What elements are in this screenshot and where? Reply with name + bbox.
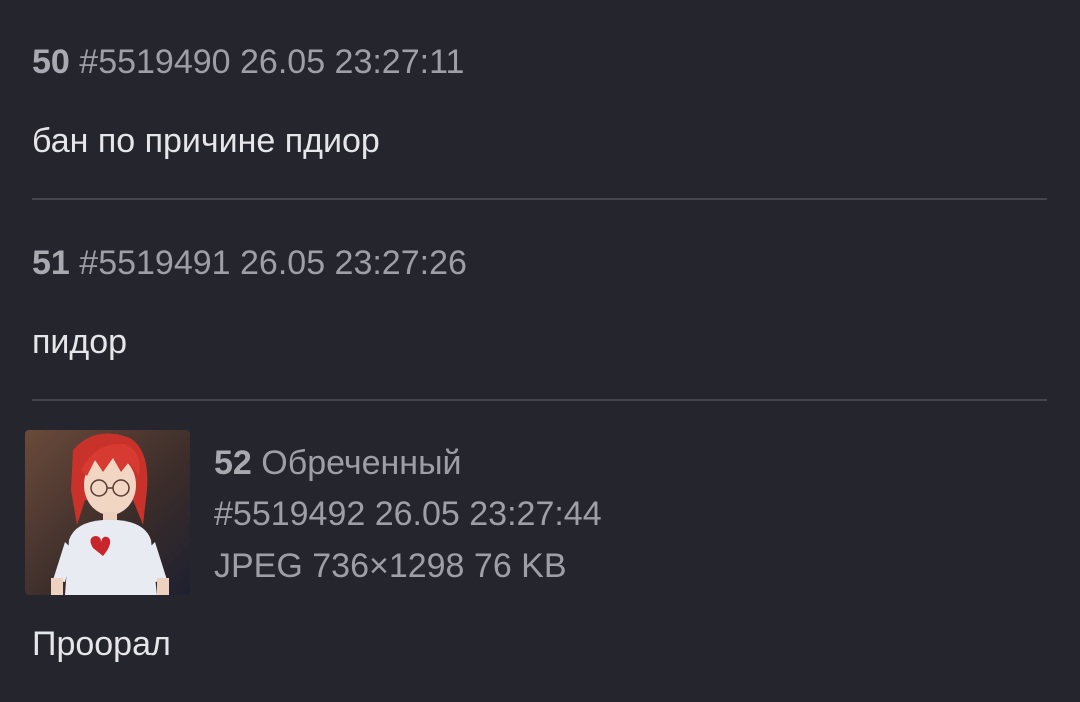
post-datetime: 26.05 23:27:44 [374, 495, 602, 533]
post-divider [32, 399, 1047, 401]
attachment-file-info[interactable]: JPEG 736×1298 76 KB [214, 546, 567, 586]
post-datetime: 26.05 23:27:26 [240, 244, 467, 282]
post-id[interactable]: #5519490 [79, 43, 230, 81]
poster-name: Обреченный [261, 444, 462, 482]
post-message: пидор [32, 323, 128, 361]
post-datetime: 26.05 23:27:11 [240, 43, 465, 81]
post-message: бан по причине пдиор [32, 122, 380, 160]
post-id-line: #5519492 26.05 23:27:44 [214, 494, 602, 534]
anime-girl-thumbnail-image [25, 430, 190, 595]
post-header: 50 #5519490 26.05 23:27:11 [32, 42, 464, 82]
post-header: 52 Обреченный [214, 443, 462, 483]
post-number[interactable]: 52 [214, 444, 252, 482]
thread-view: 50 #5519490 26.05 23:27:11 бан по причин… [0, 0, 1080, 702]
attachment-thumbnail[interactable] [25, 430, 190, 595]
post-id[interactable]: #5519492 [214, 495, 365, 533]
post-header: 51 #5519491 26.05 23:27:26 [32, 243, 467, 283]
post-number[interactable]: 51 [32, 244, 70, 282]
post-divider [32, 198, 1047, 200]
post-message: Проорал [32, 625, 171, 663]
post-id[interactable]: #5519491 [79, 244, 230, 282]
post-number[interactable]: 50 [32, 43, 70, 81]
